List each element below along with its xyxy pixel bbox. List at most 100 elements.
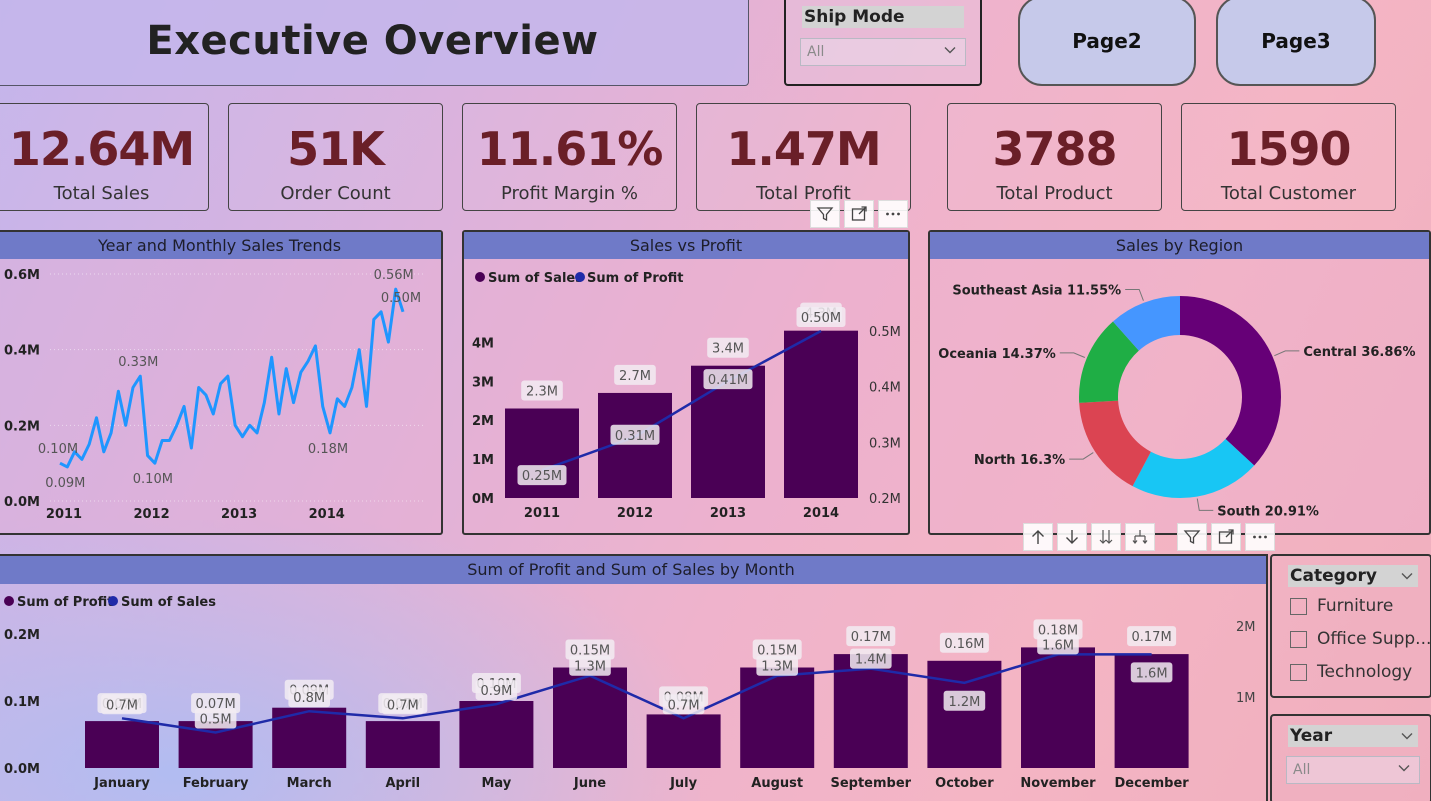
leader-line [1274, 350, 1300, 357]
x-tick-label: January [93, 776, 150, 791]
profit-bar [740, 667, 815, 768]
sales-by-region-chart[interactable]: Central 36.86% South 20.91% North 16.3% Oce… [930, 259, 1429, 533]
x-tick-label: October [935, 776, 994, 791]
x-tick-label: 2012 [617, 506, 653, 521]
category-option-furniture[interactable]: Furniture [1290, 596, 1393, 616]
y2-tick-label: 0.5M [869, 325, 901, 340]
sales-vs-profit-panel: Sales vs Profit Sum of Sales Sum of Profi… [462, 230, 910, 535]
sales-data-label: 1.6M [1136, 666, 1168, 681]
category-option-label: Technology [1317, 662, 1413, 682]
kpi-value: 1.47M [726, 122, 881, 176]
filter-icon[interactable] [810, 200, 840, 228]
data-label: 0.33M [118, 355, 158, 370]
y-tick-label: 0.6M [4, 268, 40, 283]
donut-slice-central [1180, 296, 1281, 466]
chevron-down-icon [1398, 765, 1410, 772]
y2-tick-label: 0.3M [869, 436, 901, 451]
ship-mode-dropdown[interactable]: All [800, 38, 966, 66]
monthly-profit-sales-chart[interactable]: Sum of Profit Sum of Sales 0.0M 0.1M 0.2M 1M 2… [0, 584, 1266, 801]
more-options-icon[interactable] [1245, 523, 1275, 551]
category-slicer-title: Category [1290, 566, 1377, 586]
profit-bar [85, 721, 159, 768]
y-tick-label: 0.2M [4, 628, 40, 643]
fork-arrow-icon[interactable] [1125, 523, 1155, 551]
kpi-card-total-customer: 1590 Total Customer [1181, 103, 1396, 211]
focus-mode-icon[interactable] [844, 200, 874, 228]
sales-trend-line [59, 287, 405, 469]
chevron-down-icon[interactable] [1400, 569, 1414, 583]
checkbox[interactable] [1290, 630, 1307, 648]
x-tick-label: 2014 [803, 506, 839, 521]
kpi-label: Order Count [280, 183, 391, 204]
data-label: 0.09M [45, 476, 85, 491]
legend-label: Sum of Profit [17, 595, 114, 610]
page-title: Executive Overview [146, 18, 599, 64]
y-tick-label: 0M [472, 492, 494, 507]
category-option-office-supplies[interactable]: Office Supp... [1290, 629, 1431, 649]
x-tick-label: June [573, 776, 606, 791]
leader-line [1125, 288, 1144, 301]
category-option-technology[interactable]: Technology [1290, 662, 1412, 682]
arrow-down-icon[interactable] [1057, 523, 1087, 551]
filter-icon[interactable] [1177, 523, 1207, 551]
sales-trend-chart[interactable]: 0.0M 0.2M 0.4M 0.6M 2011 2012 2013 2014 0.10M 0.0… [0, 259, 441, 533]
double-arrow-down-icon[interactable] [1091, 523, 1121, 551]
profit-data-label: 0.31M [615, 429, 655, 444]
kpi-card-total-sales: 12.64M Total Sales [0, 103, 209, 211]
x-tick-label: 2013 [221, 507, 257, 522]
sales-data-label: 1.2M [948, 695, 980, 710]
profit-data-label: 0.25M [522, 469, 562, 484]
x-tick-label: March [287, 776, 332, 791]
profit-data-label: 0.50M [801, 311, 841, 326]
sales-data-label: 0.5M [200, 713, 232, 728]
year-slicer: Year All [1270, 714, 1431, 801]
kpi-label: Total Customer [1220, 183, 1357, 204]
chevron-down-icon[interactable] [1400, 729, 1414, 743]
checkbox[interactable] [1290, 597, 1307, 615]
y-tick-label: 4M [472, 336, 494, 351]
category-slicer-label: Category [1288, 565, 1418, 587]
sales-data-label: 0.7M [668, 698, 700, 713]
x-tick-label: August [751, 776, 803, 791]
page3-button[interactable]: Page3 [1216, 0, 1376, 86]
profit-bar [1021, 647, 1095, 768]
visual-header-toolbar-monthly [1023, 523, 1275, 551]
x-tick-label: November [1020, 776, 1096, 791]
y-tick-label: 0.0M [4, 495, 40, 510]
ship-mode-slicer: Ship Mode All [784, 0, 982, 86]
y-tick-label: 2M [472, 414, 494, 429]
checkbox[interactable] [1290, 663, 1307, 681]
profit-data-label: 0.17M [851, 630, 891, 645]
page2-button[interactable]: Page2 [1018, 0, 1196, 86]
sales-data-label: 2.3M [526, 385, 558, 400]
category-slicer: Category Furniture Office Supp... Techno… [1270, 554, 1431, 698]
visual-header-toolbar [810, 200, 908, 228]
sales-vs-profit-chart[interactable]: Sum of Sales Sum of Profit 0M 1M 2M 3M 4M 0.2M 0… [464, 259, 908, 533]
y-tick-label: 0.0M [4, 762, 40, 777]
more-options-icon[interactable] [878, 200, 908, 228]
y-tick-label: 3M [472, 375, 494, 390]
legend-label: Sum of Profit [587, 271, 684, 286]
sales-data-label: 0.7M [387, 698, 419, 713]
sales-data-label: 0.8M [293, 691, 325, 706]
y-tick-label: 1M [472, 453, 494, 468]
y-tick-label: 0.4M [4, 344, 40, 359]
year-dropdown[interactable]: All [1286, 756, 1420, 784]
data-label: 0.50M [381, 291, 421, 306]
sales-trend-chart-panel: Year and Monthly Sales Trends 0.0M 0.2M 0.… [0, 230, 443, 535]
profit-bar [646, 714, 721, 768]
x-tick-label: December [1114, 776, 1189, 791]
slice-label: Oceania 14.37% [938, 347, 1056, 362]
year-slicer-title: Year [1290, 726, 1333, 746]
chart-title: Sales vs Profit [464, 232, 908, 259]
focus-mode-icon[interactable] [1211, 523, 1241, 551]
leader-line [1069, 452, 1094, 460]
year-value: All [1293, 762, 1311, 778]
x-tick-label: 2012 [133, 507, 169, 522]
data-label: 0.18M [308, 442, 348, 457]
kpi-value: 12.64M [8, 122, 195, 176]
arrow-up-icon[interactable] [1023, 523, 1053, 551]
x-tick-label: 2011 [524, 506, 560, 521]
y2-tick-label: 2M [1236, 620, 1256, 635]
legend-label: Sum of Sales [488, 271, 583, 286]
